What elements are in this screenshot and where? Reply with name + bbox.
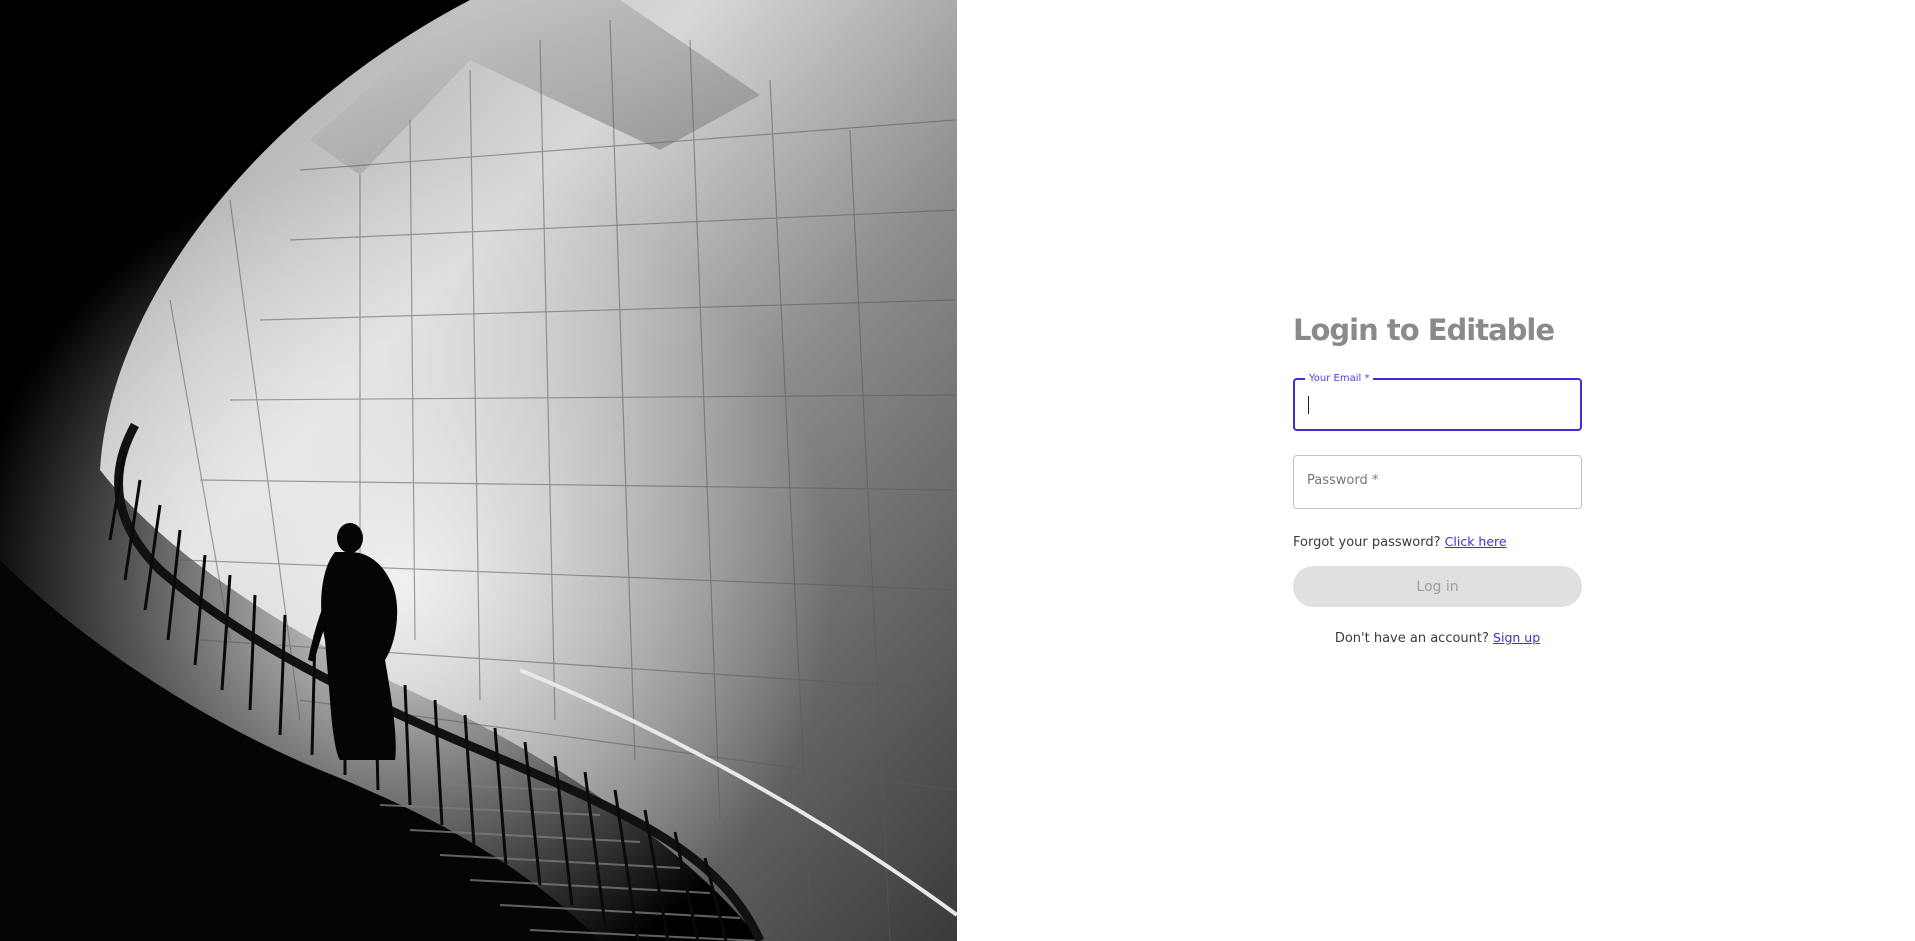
signup-prompt: Don't have an account? [1334, 631, 1489, 646]
login-form: Login to Editable Your Email * Password … [1293, 308, 1582, 648]
login-page: Login to Editable Your Email * Password … [0, 0, 1915, 941]
forgot-password-row: Forgot your password? Click here [1293, 533, 1582, 552]
email-field[interactable]: Your Email * [1293, 372, 1582, 431]
login-button[interactable]: Log in [1293, 566, 1582, 607]
signup-row: Don't have an account? Sign up [1293, 629, 1582, 648]
signup-link[interactable]: Sign up [1493, 630, 1540, 645]
password-input[interactable] [1294, 456, 1581, 508]
forgot-password-prompt: Forgot your password? [1293, 535, 1441, 550]
page-title: Login to Editable [1293, 313, 1555, 347]
forgot-password-link[interactable]: Click here [1445, 534, 1507, 549]
hero-photo [0, 0, 957, 941]
text-cursor [1308, 396, 1309, 414]
staircase-photo-icon [0, 0, 957, 941]
login-panel: Login to Editable Your Email * Password … [957, 0, 1915, 941]
password-field[interactable]: Password * [1293, 455, 1582, 509]
email-input[interactable] [1295, 380, 1580, 429]
